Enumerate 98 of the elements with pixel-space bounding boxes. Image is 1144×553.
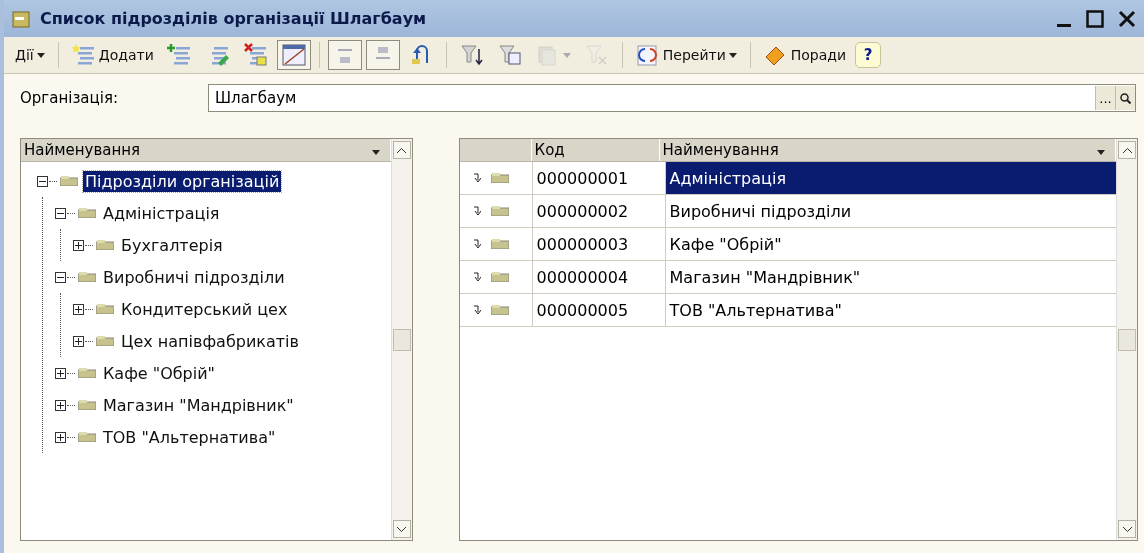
table-cell: 000000004 — [531, 261, 665, 293]
table-cell: 000000001 — [531, 162, 665, 194]
scroll-thumb[interactable] — [392, 328, 411, 351]
window-slash-icon — [281, 43, 306, 67]
caret-icon — [36, 52, 45, 58]
folder-icon — [60, 176, 78, 186]
organization-field[interactable]: Шлагбаум ... — [208, 84, 1136, 112]
window-title: Список підрозділів організації Шлагбаум — [40, 9, 428, 28]
search-button[interactable] — [1115, 86, 1135, 110]
tree-item[interactable]: Адміністрація — [101, 202, 222, 224]
scroll-up-button[interactable] — [392, 141, 411, 159]
scrollbar[interactable] — [390, 139, 412, 540]
folder-icon — [78, 272, 96, 282]
list-cross-icon — [243, 43, 268, 67]
tree-item[interactable]: Бухгалтерія — [119, 234, 225, 256]
table-cell: 000000005 — [531, 294, 665, 326]
toolbar-icon-button[interactable] — [365, 40, 400, 70]
plus-icon — [57, 369, 64, 377]
column-header[interactable]: Код — [531, 139, 660, 161]
table-cell: Адміністрація — [664, 162, 1116, 194]
scroll-up-button[interactable] — [1118, 141, 1136, 159]
scroll-down-button[interactable] — [1118, 520, 1136, 538]
expand-toggle[interactable] — [73, 303, 84, 315]
plus-icon — [57, 401, 64, 409]
toolbar-button[interactable]: Додати — [66, 40, 159, 70]
tree-item[interactable]: Магазин "Мандрівник" — [101, 394, 296, 416]
folder-icon — [96, 304, 114, 314]
menu-button[interactable]: Дії — [10, 40, 50, 70]
expand-toggle[interactable] — [55, 399, 66, 411]
select-button[interactable]: ... — [1095, 86, 1115, 110]
scroll-thumb[interactable] — [1118, 328, 1136, 351]
folder-icon — [490, 239, 509, 249]
chevron-up-icon — [397, 147, 407, 153]
maximize-icon[interactable] — [1086, 9, 1104, 28]
arrow-down-icon — [473, 305, 481, 315]
scroll-down-button[interactable] — [392, 520, 411, 538]
tree-item[interactable]: Кондитерський цех — [119, 298, 290, 320]
tree-item[interactable]: Кафе "Обрій" — [101, 362, 217, 384]
collapse-toggle[interactable] — [55, 271, 66, 283]
table-cell: 000000003 — [531, 228, 665, 260]
caret-icon — [1097, 150, 1105, 155]
folder-icon — [78, 368, 96, 378]
help-button[interactable]: ? — [855, 42, 882, 68]
folder-icon — [490, 173, 509, 183]
cabinet-icon — [12, 9, 32, 28]
tree-item[interactable]: Підрозділи організацій — [83, 170, 282, 192]
toolbar-icon-button[interactable] — [327, 40, 362, 70]
plus-icon — [75, 241, 82, 249]
expand-toggle[interactable] — [55, 367, 66, 379]
folder-icon — [78, 400, 96, 410]
expand-toggle[interactable] — [73, 239, 84, 251]
chevron-down-icon — [1122, 526, 1132, 532]
folder-icon — [78, 432, 96, 442]
tree-item[interactable]: Виробничі підрозділи — [101, 266, 287, 288]
collapse-toggle[interactable] — [55, 207, 66, 219]
caret-icon — [371, 150, 380, 155]
list-star-icon — [71, 43, 96, 67]
plus-icon — [75, 305, 82, 313]
tree-item[interactable]: Цех напівфабрикатів — [119, 330, 301, 352]
tree-item[interactable]: ТОВ "Альтернатива" — [101, 426, 278, 448]
expand-toggle[interactable] — [73, 335, 84, 347]
folder-icon — [490, 272, 509, 282]
collapse-toggle[interactable] — [37, 175, 48, 187]
table-cell: 000000002 — [531, 195, 665, 227]
table-row[interactable]: 000000005 ТОВ "Альтернатива" — [459, 294, 1116, 327]
close-icon[interactable] — [1118, 9, 1136, 28]
column-header[interactable]: Найменування — [21, 139, 391, 161]
folder-icon — [78, 208, 96, 218]
list-plus-icon — [167, 43, 192, 67]
search-icon — [1120, 92, 1131, 104]
refresh-page-icon — [635, 43, 660, 67]
arrow-down-icon — [473, 239, 481, 249]
plus-icon — [57, 433, 64, 441]
toolbar-icon-button[interactable] — [276, 40, 311, 70]
table-row[interactable]: 000000002 Виробничі підрозділи — [459, 195, 1116, 228]
table-row[interactable]: 000000004 Магазин "Мандрівник" — [459, 261, 1116, 294]
table-row[interactable]: 000000003 Кафе "Обрій" — [459, 228, 1116, 261]
folder-icon — [490, 206, 509, 216]
caret-icon — [562, 52, 571, 58]
folder-icon — [96, 336, 114, 346]
filter-window-icon — [497, 43, 522, 67]
expand-toggle[interactable] — [55, 431, 66, 443]
folder-icon — [96, 240, 114, 250]
chevron-down-icon — [397, 526, 407, 532]
menu-button[interactable]: Перейти — [630, 40, 742, 70]
toolbar-button[interactable]: Поради — [758, 40, 852, 70]
chevron-up-icon — [1122, 147, 1132, 153]
table-row[interactable]: 000000001 Адміністрація — [459, 162, 1116, 195]
arrow-down-icon — [473, 206, 481, 216]
scrollbar[interactable] — [1116, 139, 1137, 540]
caret-icon — [728, 52, 737, 58]
field-label: Організація: — [20, 89, 119, 107]
arrow-down-icon — [473, 173, 481, 183]
arrow-down-icon — [473, 272, 481, 282]
filter-clear-icon — [584, 43, 609, 67]
plus-icon — [75, 337, 82, 345]
folder-icon — [490, 305, 509, 315]
filter-down-icon — [459, 43, 484, 67]
